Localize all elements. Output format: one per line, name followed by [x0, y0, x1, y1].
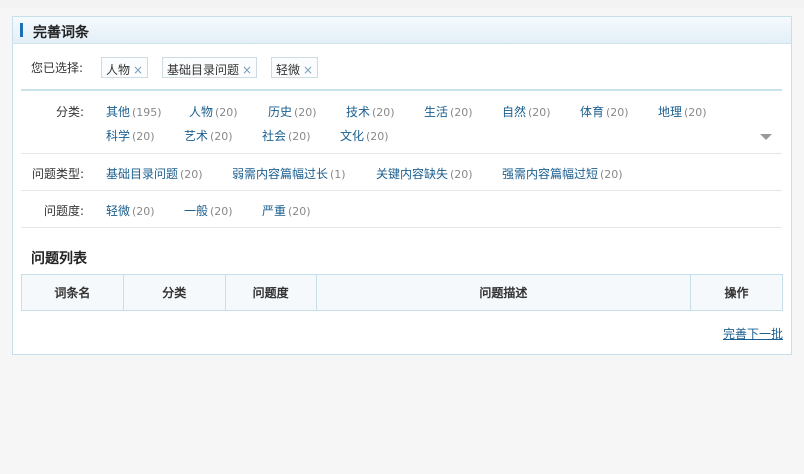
- category-label: 分类:: [56, 105, 85, 119]
- remove-icon[interactable]: ×: [133, 63, 143, 77]
- option-count: (20): [366, 130, 389, 143]
- option-name: 技术: [346, 105, 371, 119]
- chevron-down-icon[interactable]: [760, 134, 772, 140]
- top-strip: [0, 0, 804, 8]
- problem-list-title: 问题列表: [31, 251, 87, 267]
- option-name: 人物: [189, 105, 214, 119]
- column-action: 操作: [690, 274, 783, 311]
- option-count: (20): [528, 106, 551, 119]
- problem-list-table: 词条名 分类 问题度 问题描述 操作: [21, 274, 783, 311]
- option-name: 轻微: [106, 204, 131, 218]
- option-count: (20): [132, 205, 155, 218]
- option-count: (195): [132, 106, 162, 119]
- type-option-content-too-short[interactable]: 强需内容篇幅过短 (20): [502, 165, 623, 182]
- column-severity: 问题度: [224, 274, 317, 311]
- category-option-other[interactable]: 其他 (195): [106, 103, 162, 120]
- type-label: 问题类型:: [32, 167, 85, 181]
- next-batch-link[interactable]: 完善下一批: [723, 325, 783, 342]
- option-name: 体育: [580, 105, 605, 119]
- option-name: 关键内容缺失: [376, 167, 449, 181]
- table-header-row: 词条名 分类 问题度 问题描述 操作: [21, 274, 783, 311]
- category-option-art[interactable]: 艺术 (20): [184, 127, 233, 144]
- panel-title: 完善词条: [33, 25, 89, 41]
- option-count: (20): [450, 106, 473, 119]
- option-count: (20): [132, 130, 155, 143]
- severity-option-minor[interactable]: 轻微 (20): [106, 202, 155, 219]
- option-name: 艺术: [184, 129, 209, 143]
- column-category: 分类: [122, 274, 226, 311]
- remove-icon[interactable]: ×: [303, 63, 313, 77]
- option-count: (1): [330, 168, 346, 181]
- type-option-key-content-missing[interactable]: 关键内容缺失 (20): [376, 165, 473, 182]
- column-entry-name: 词条名: [21, 274, 124, 311]
- option-count: (20): [684, 106, 707, 119]
- option-name: 社会: [262, 129, 287, 143]
- option-name: 自然: [502, 105, 527, 119]
- option-count: (20): [606, 106, 629, 119]
- option-name: 生活: [424, 105, 449, 119]
- category-option-nature[interactable]: 自然 (20): [502, 103, 551, 120]
- severity-option-moderate[interactable]: 一般 (20): [184, 202, 233, 219]
- selected-label: 您已选择:: [31, 61, 84, 75]
- category-option-person[interactable]: 人物 (20): [189, 103, 238, 120]
- option-name: 文化: [340, 129, 365, 143]
- selected-filters-row: 您已选择: 人物 × 基础目录问题 × 轻微 ×: [21, 53, 782, 91]
- severity-filter-row: 问题度: 轻微 (20) 一般 (20) 严重 (20): [21, 191, 782, 228]
- severity-option-severe[interactable]: 严重 (20): [262, 202, 311, 219]
- category-option-society[interactable]: 社会 (20): [262, 127, 311, 144]
- selected-chip-person[interactable]: 人物 ×: [101, 57, 149, 78]
- option-count: (20): [210, 130, 233, 143]
- selected-chip-minor[interactable]: 轻微 ×: [271, 57, 319, 78]
- option-name: 基础目录问题: [106, 167, 179, 181]
- severity-label: 问题度:: [44, 204, 85, 218]
- option-count: (20): [288, 130, 311, 143]
- category-option-geography[interactable]: 地理 (20): [658, 103, 707, 120]
- option-name: 其他: [106, 105, 131, 119]
- option-name: 强需内容篇幅过短: [502, 167, 599, 181]
- option-count: (20): [600, 168, 623, 181]
- option-name: 历史: [268, 105, 293, 119]
- option-count: (20): [180, 168, 203, 181]
- category-option-technology[interactable]: 技术 (20): [346, 103, 395, 120]
- option-name: 严重: [262, 204, 287, 218]
- option-name: 弱需内容篇幅过长: [232, 167, 329, 181]
- chip-label: 基础目录问题: [167, 63, 240, 77]
- option-count: (20): [288, 205, 311, 218]
- category-option-science[interactable]: 科学 (20): [106, 127, 155, 144]
- type-filter-row: 问题类型: 基础目录问题 (20) 弱需内容篇幅过长 (1) 关键内容缺失 (20) …: [21, 154, 782, 191]
- option-count: (20): [372, 106, 395, 119]
- option-count: (20): [294, 106, 317, 119]
- option-name: 科学: [106, 129, 131, 143]
- option-count: (20): [210, 205, 233, 218]
- title-accent-bar: [20, 23, 23, 37]
- category-option-history[interactable]: 历史 (20): [268, 103, 317, 120]
- selected-chip-basic-toc[interactable]: 基础目录问题 ×: [162, 57, 258, 78]
- remove-icon[interactable]: ×: [242, 63, 252, 77]
- chip-label: 轻微: [276, 63, 301, 77]
- type-option-content-too-long[interactable]: 弱需内容篇幅过长 (1): [232, 165, 346, 182]
- category-filter-row: 分类: 其他 (195) 人物 (20) 历史 (20) 技术 (20) 生活 (20) …: [21, 93, 782, 154]
- category-option-culture[interactable]: 文化 (20): [340, 127, 389, 144]
- type-option-basic-toc[interactable]: 基础目录问题 (20): [106, 165, 203, 182]
- category-option-sports[interactable]: 体育 (20): [580, 103, 629, 120]
- option-name: 一般: [184, 204, 209, 218]
- option-count: (20): [450, 168, 473, 181]
- panel-header: 完善词条: [13, 17, 791, 44]
- category-option-life[interactable]: 生活 (20): [424, 103, 473, 120]
- chip-label: 人物: [106, 63, 131, 77]
- option-name: 地理: [658, 105, 683, 119]
- column-description: 问题描述: [315, 274, 692, 311]
- option-count: (20): [215, 106, 238, 119]
